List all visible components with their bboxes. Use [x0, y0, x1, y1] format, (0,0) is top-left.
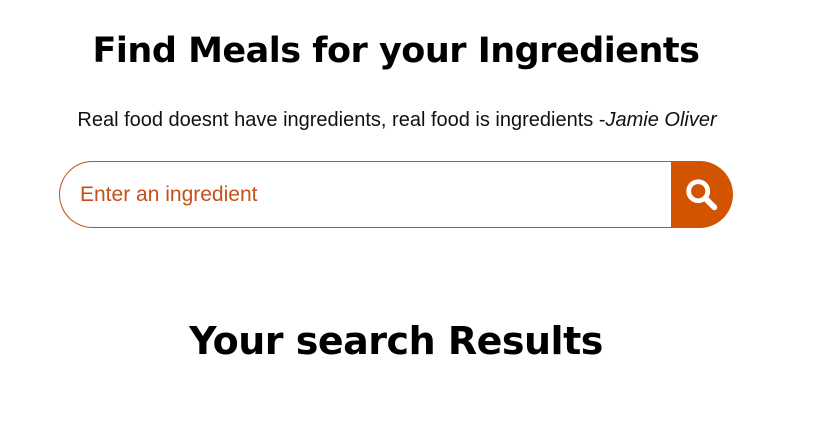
page-title: Find Meals for your Ingredients — [92, 31, 700, 71]
quote-author: Jamie Oliver — [605, 109, 717, 131]
ingredient-search-input[interactable] — [59, 161, 671, 228]
search-form — [59, 161, 733, 228]
search-icon — [686, 178, 718, 210]
results-title: Your search Results — [189, 319, 603, 363]
quote-text: Real food doesnt have ingredients, real … — [77, 109, 606, 131]
quote: Real food doesnt have ingredients, real … — [0, 106, 794, 134]
search-button[interactable] — [671, 161, 733, 228]
